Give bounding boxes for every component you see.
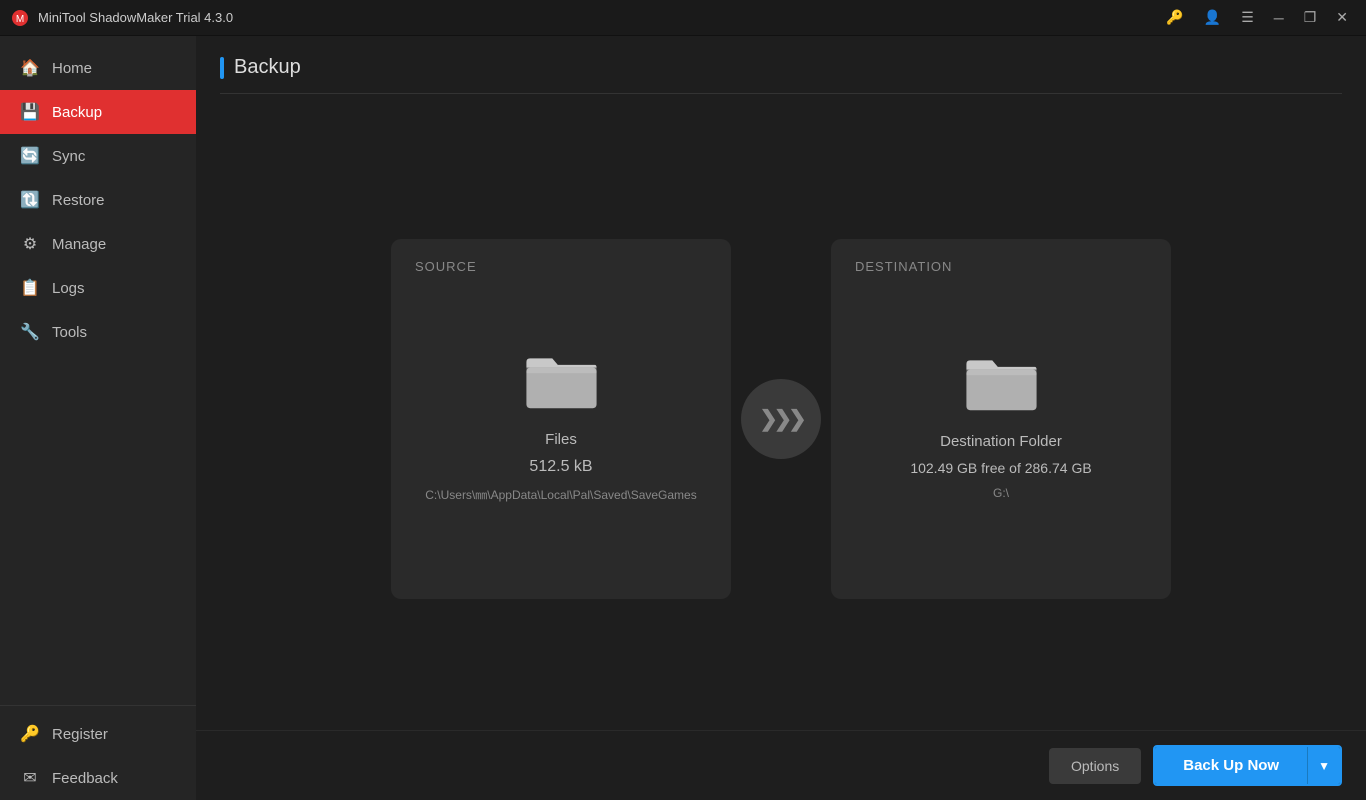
destination-card[interactable]: Destination Folder 102.49 GB free of 286… xyxy=(831,239,1171,599)
page-title: Backup xyxy=(234,56,301,79)
logs-icon: 📋 xyxy=(20,278,40,298)
sidebar-label-restore: Restore xyxy=(52,192,105,209)
title-bar-controls: 🔑 👤 ☰ ─ ❐ ✕ xyxy=(1158,5,1356,30)
source-folder-icon xyxy=(521,346,601,411)
destination-free: 102.49 GB free of 286.74 GB xyxy=(910,460,1091,476)
sidebar-label-manage: Manage xyxy=(52,236,106,253)
arrow-between-cards: ❯❯❯ xyxy=(741,379,821,459)
destination-folder-icon xyxy=(961,348,1041,413)
title-bar-left: M MiniTool ShadowMaker Trial 4.3.0 xyxy=(10,8,233,28)
main-layout: 🏠 Home 💾 Backup 🔄 Sync 🔃 Restore ⚙ Manag… xyxy=(0,36,1366,800)
title-bar: M MiniTool ShadowMaker Trial 4.3.0 🔑 👤 ☰… xyxy=(0,0,1366,36)
app-logo: M xyxy=(10,8,30,28)
app-title: MiniTool ShadowMaker Trial 4.3.0 xyxy=(38,10,233,25)
source-label: SOURCE xyxy=(415,259,477,274)
sidebar-item-backup[interactable]: 💾 Backup xyxy=(0,90,196,134)
sidebar-item-manage[interactable]: ⚙ Manage xyxy=(0,222,196,266)
destination-path: G:\ xyxy=(993,486,1009,500)
tools-icon: 🔧 xyxy=(20,322,40,342)
sidebar: 🏠 Home 💾 Backup 🔄 Sync 🔃 Restore ⚙ Manag… xyxy=(0,36,196,800)
sidebar-item-restore[interactable]: 🔃 Restore xyxy=(0,178,196,222)
backup-now-button[interactable]: Back Up Now xyxy=(1155,747,1307,784)
restore-icon: 🔃 xyxy=(20,190,40,210)
sidebar-item-feedback[interactable]: ✉ Feedback xyxy=(0,756,196,800)
source-path: C:\Users\㎜\AppData\Local\Pal\Saved\SaveG… xyxy=(425,486,696,503)
destination-label: DESTINATION xyxy=(855,259,952,274)
minimize-button[interactable]: ─ xyxy=(1266,6,1292,30)
svg-text:M: M xyxy=(16,14,24,25)
sidebar-item-logs[interactable]: 📋 Logs xyxy=(0,266,196,310)
register-icon: 🔑 xyxy=(20,724,40,744)
sidebar-item-sync[interactable]: 🔄 Sync xyxy=(0,134,196,178)
close-button[interactable]: ✕ xyxy=(1328,5,1356,30)
restore-button[interactable]: ❐ xyxy=(1296,5,1325,30)
sidebar-label-logs: Logs xyxy=(52,280,85,297)
sidebar-label-backup: Backup xyxy=(52,104,102,121)
backup-now-dropdown-button[interactable]: ▼ xyxy=(1307,747,1340,784)
account-icon[interactable]: 👤 xyxy=(1196,5,1229,30)
sidebar-label-register: Register xyxy=(52,726,108,743)
bottom-bar: Options Back Up Now ▼ xyxy=(196,730,1366,800)
destination-card-wrapper: DESTINATION Destination Folder 102.49 GB… xyxy=(831,239,1171,599)
sidebar-label-feedback: Feedback xyxy=(52,770,118,787)
backup-now-wrapper: Back Up Now ▼ xyxy=(1153,745,1342,786)
page-title-bar: Backup xyxy=(220,56,1342,94)
source-type: Files xyxy=(545,431,577,448)
sync-icon: 🔄 xyxy=(20,146,40,166)
content-area: Backup SOURCE xyxy=(196,36,1366,800)
sidebar-item-register[interactable]: 🔑 Register xyxy=(0,712,196,756)
cards-area: SOURCE Files 512.5 kB xyxy=(220,118,1342,800)
sidebar-label-tools: Tools xyxy=(52,324,87,341)
feedback-icon: ✉ xyxy=(20,768,40,788)
sidebar-label-sync: Sync xyxy=(52,148,85,165)
page-title-accent xyxy=(220,57,224,79)
home-icon: 🏠 xyxy=(20,58,40,78)
sidebar-label-home: Home xyxy=(52,60,92,77)
menu-icon[interactable]: ☰ xyxy=(1233,5,1262,30)
arrow-icon: ❯❯❯ xyxy=(759,406,802,432)
options-button[interactable]: Options xyxy=(1049,748,1141,784)
source-size: 512.5 kB xyxy=(529,458,592,476)
key-icon[interactable]: 🔑 xyxy=(1158,5,1191,30)
destination-type: Destination Folder xyxy=(940,433,1062,450)
sidebar-item-home[interactable]: 🏠 Home xyxy=(0,46,196,90)
source-card-wrapper: SOURCE Files 512.5 kB xyxy=(391,239,731,599)
sidebar-item-tools[interactable]: 🔧 Tools xyxy=(0,310,196,354)
manage-icon: ⚙ xyxy=(20,234,40,254)
sidebar-bottom: 🔑 Register ✉ Feedback xyxy=(0,705,196,800)
source-card[interactable]: Files 512.5 kB C:\Users\㎜\AppData\Local\… xyxy=(391,239,731,599)
backup-icon: 💾 xyxy=(20,102,40,122)
